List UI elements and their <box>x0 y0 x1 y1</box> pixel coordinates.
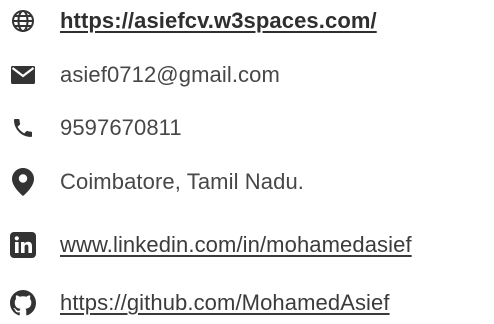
email-text[interactable]: asief0712@gmail.com <box>60 61 280 89</box>
contact-location-row: Coimbatore, Tamil Nadu. <box>0 162 494 202</box>
website-link[interactable]: https://asiefcv.w3spaces.com/ <box>60 7 377 35</box>
contact-email-row: asief0712@gmail.com <box>0 55 494 95</box>
github-icon <box>6 286 40 320</box>
phone-icon <box>6 111 40 145</box>
globe-icon <box>6 4 40 38</box>
github-link[interactable]: https://github.com/MohamedAsief <box>60 289 390 317</box>
map-pin-icon <box>6 165 40 199</box>
contact-website-row: https://asiefcv.w3spaces.com/ <box>0 1 494 41</box>
linkedin-icon <box>6 228 40 262</box>
contact-list: https://asiefcv.w3spaces.com/ asief0712@… <box>0 0 494 324</box>
contact-github-row: https://github.com/MohamedAsief <box>0 283 494 323</box>
location-text: Coimbatore, Tamil Nadu. <box>60 169 304 194</box>
contact-phone-row: 9597670811 <box>0 108 494 148</box>
linkedin-link[interactable]: www.linkedin.com/in/mohamedasief <box>60 231 412 259</box>
envelope-icon <box>6 58 40 92</box>
contact-linkedin-row: www.linkedin.com/in/mohamedasief <box>0 225 494 265</box>
phone-text[interactable]: 9597670811 <box>60 114 182 142</box>
